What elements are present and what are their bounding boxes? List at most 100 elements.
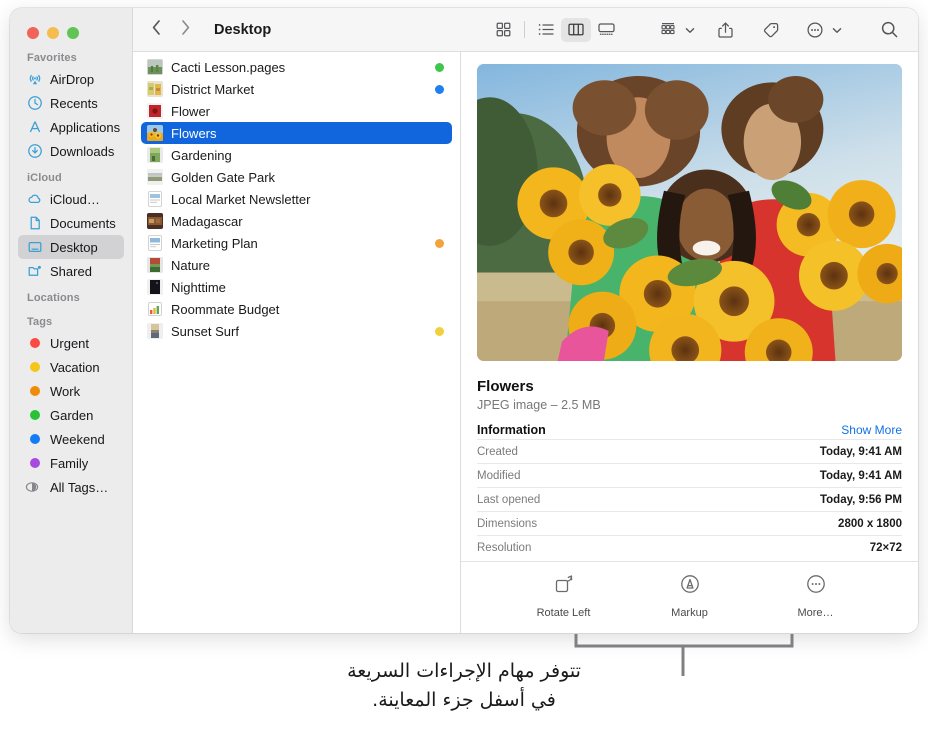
file-tag-dot bbox=[435, 217, 444, 226]
quick-action-rotate-left[interactable]: Rotate Left bbox=[527, 573, 601, 619]
preview-image bbox=[477, 64, 902, 361]
file-thumbnail bbox=[147, 191, 163, 207]
file-thumbnail bbox=[147, 169, 163, 185]
file-name: Golden Gate Park bbox=[171, 170, 427, 185]
file-thumbnail bbox=[147, 59, 163, 75]
close-button[interactable] bbox=[27, 27, 39, 39]
sidebar-item-tag-work[interactable]: Work bbox=[18, 379, 124, 403]
file-row-local-market-newsletter[interactable]: Local Market Newsletter bbox=[141, 188, 452, 210]
callout-line-1: تتوفر مهام الإجراءات السريعة bbox=[0, 657, 928, 686]
quick-action-label: Rotate Left bbox=[537, 607, 591, 619]
file-row-sunset-surf[interactable]: Sunset Surf bbox=[141, 320, 452, 342]
view-switcher bbox=[488, 18, 621, 42]
sidebar-group-locations: Locations bbox=[10, 292, 132, 307]
sidebar-item-tag-urgent[interactable]: Urgent bbox=[18, 331, 124, 355]
file-tag-dot bbox=[435, 85, 444, 94]
file-name: Local Market Newsletter bbox=[171, 192, 427, 207]
file-name: Madagascar bbox=[171, 214, 427, 229]
tag-dot-icon bbox=[30, 338, 40, 348]
file-name: Marketing Plan bbox=[171, 236, 427, 251]
sidebar-item-tag-family[interactable]: Family bbox=[18, 451, 124, 475]
minimize-button[interactable] bbox=[47, 27, 59, 39]
sidebar-item-documents[interactable]: Documents bbox=[18, 211, 124, 235]
forward-button[interactable] bbox=[180, 19, 191, 41]
metadata-value: Today, 9:41 AM bbox=[820, 470, 902, 482]
sidebar: Favorites AirDrop bbox=[10, 8, 133, 633]
zoom-button[interactable] bbox=[67, 27, 79, 39]
file-name: Cacti Lesson.pages bbox=[171, 60, 427, 75]
file-name: Gardening bbox=[171, 148, 427, 163]
file-tag-dot bbox=[435, 129, 444, 138]
sidebar-item-icloud[interactable]: iCloud… bbox=[18, 187, 124, 211]
sunflower-photo-illustration bbox=[477, 64, 902, 361]
file-row-madagascar[interactable]: Madagascar bbox=[141, 210, 452, 232]
gallery-view-button[interactable] bbox=[591, 18, 621, 42]
file-row-golden-gate-park[interactable]: Golden Gate Park bbox=[141, 166, 452, 188]
search-button[interactable] bbox=[874, 18, 904, 42]
group-by-button[interactable] bbox=[653, 18, 683, 42]
information-label: Information bbox=[477, 423, 546, 437]
column-view-button[interactable] bbox=[561, 18, 591, 42]
preview-pane: Flowers JPEG image – 2.5 MB Information … bbox=[461, 52, 918, 633]
sidebar-item-label: Garden bbox=[50, 408, 93, 423]
quick-action-label: More… bbox=[797, 607, 833, 619]
sidebar-item-all-tags[interactable]: All Tags… bbox=[18, 475, 124, 499]
tags-button[interactable] bbox=[755, 18, 785, 42]
shared-folder-icon bbox=[27, 263, 43, 279]
toolbar-divider bbox=[524, 21, 525, 38]
list-view-button[interactable] bbox=[531, 18, 561, 42]
metadata-row-dimensions: Dimensions 2800 x 1800 bbox=[477, 511, 902, 535]
file-thumbnail bbox=[147, 257, 163, 273]
ellipsis-circle-icon bbox=[805, 573, 827, 600]
metadata-key: Dimensions bbox=[477, 518, 537, 530]
share-button[interactable] bbox=[710, 18, 740, 42]
sidebar-item-tag-weekend[interactable]: Weekend bbox=[18, 427, 124, 451]
sidebar-item-recents[interactable]: Recents bbox=[18, 91, 124, 115]
more-actions-control[interactable] bbox=[800, 18, 842, 42]
file-row-cacti-lesson[interactable]: Cacti Lesson.pages bbox=[141, 56, 452, 78]
file-thumbnail bbox=[147, 147, 163, 163]
file-row-nature[interactable]: Nature bbox=[141, 254, 452, 276]
show-more-link[interactable]: Show More bbox=[841, 423, 902, 437]
sidebar-item-label: Downloads bbox=[50, 144, 114, 159]
sidebar-item-airdrop[interactable]: AirDrop bbox=[18, 67, 124, 91]
sidebar-item-applications[interactable]: Applications bbox=[18, 115, 124, 139]
file-thumbnail bbox=[147, 81, 163, 97]
file-tag-dot bbox=[435, 107, 444, 116]
sidebar-item-label: All Tags… bbox=[50, 480, 108, 495]
callout-line-2: في أسفل جزء المعاينة. bbox=[0, 686, 928, 715]
file-row-flower[interactable]: Flower bbox=[141, 100, 452, 122]
quick-action-more[interactable]: More… bbox=[779, 573, 853, 619]
sidebar-item-tag-vacation[interactable]: Vacation bbox=[18, 355, 124, 379]
group-by-control[interactable] bbox=[653, 18, 695, 42]
preview-content: Flowers JPEG image – 2.5 MB Information … bbox=[461, 52, 918, 561]
tag-dot-icon bbox=[30, 410, 40, 420]
file-row-flowers[interactable]: Flowers bbox=[141, 122, 452, 144]
metadata-value: 2800 x 1800 bbox=[838, 518, 902, 530]
rotate-left-icon bbox=[552, 573, 576, 600]
file-name: Roommate Budget bbox=[171, 302, 427, 317]
sidebar-group-title: Favorites bbox=[10, 52, 132, 67]
file-row-nighttime[interactable]: Nighttime bbox=[141, 276, 452, 298]
back-button[interactable] bbox=[151, 19, 162, 41]
file-row-district-market[interactable]: District Market bbox=[141, 78, 452, 100]
file-row-roommate-budget[interactable]: Roommate Budget bbox=[141, 298, 452, 320]
file-row-gardening[interactable]: Gardening bbox=[141, 144, 452, 166]
metadata-value: 72×72 bbox=[870, 542, 902, 554]
file-thumbnail bbox=[147, 323, 163, 339]
sidebar-item-desktop[interactable]: Desktop bbox=[18, 235, 124, 259]
more-actions-button[interactable] bbox=[800, 18, 830, 42]
sidebar-item-label: Desktop bbox=[50, 240, 98, 255]
sidebar-item-shared[interactable]: Shared bbox=[18, 259, 124, 283]
quick-action-markup[interactable]: Markup bbox=[653, 573, 727, 619]
file-row-marketing-plan[interactable]: Marketing Plan bbox=[141, 232, 452, 254]
markup-icon bbox=[679, 573, 701, 600]
preview-file-kind-size: JPEG image – 2.5 MB bbox=[477, 398, 902, 412]
metadata-value: Today, 9:41 AM bbox=[820, 446, 902, 458]
tag-dot-icon bbox=[30, 434, 40, 444]
sidebar-item-label: Weekend bbox=[50, 432, 105, 447]
sidebar-item-downloads[interactable]: Downloads bbox=[18, 139, 124, 163]
file-thumbnail bbox=[147, 125, 163, 141]
sidebar-item-tag-garden[interactable]: Garden bbox=[18, 403, 124, 427]
icon-view-button[interactable] bbox=[488, 18, 518, 42]
